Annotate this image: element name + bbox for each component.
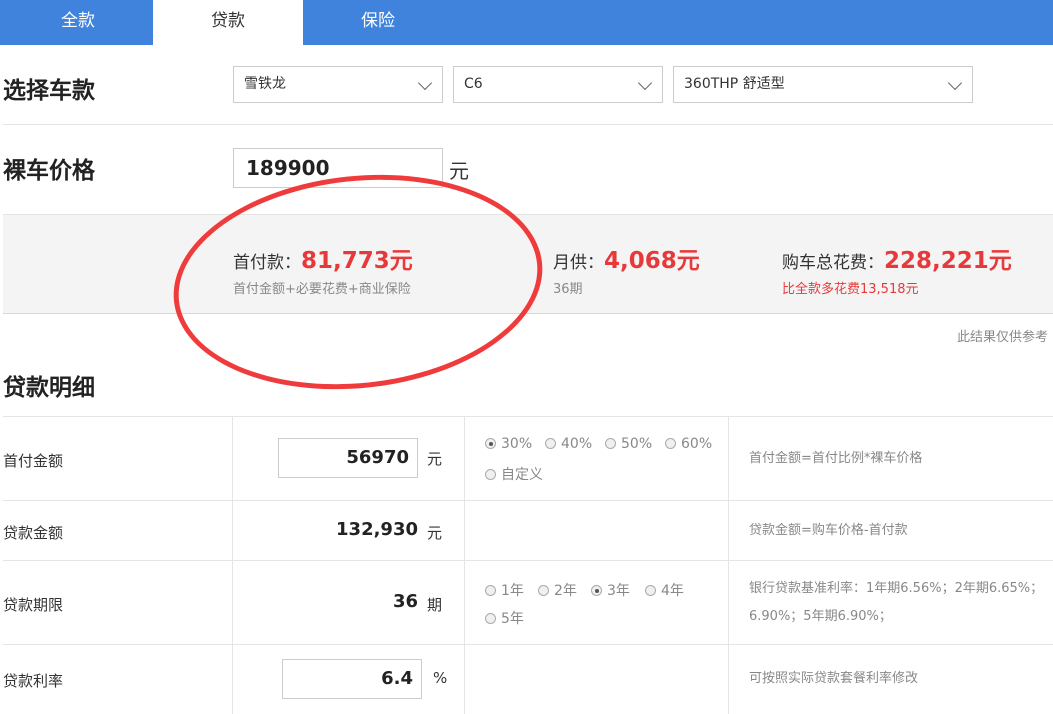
model-select-value: 360THP 舒适型 [684,76,785,92]
tab-loan[interactable]: 贷款 [153,0,303,45]
table-row: 贷款金额 132,930 元 贷款金额=购车价格-首付款 [3,500,1053,561]
price-unit: 元 [449,159,469,183]
total-sub: 比全款多花费13,518元 [782,282,919,297]
radio-icon [538,585,549,596]
monthly-value: 4,068元 [604,248,700,274]
radio-icon [605,438,616,449]
loan-term-label: 贷款期限 [3,596,64,614]
term-option-5y[interactable]: 5年 [485,608,524,628]
monthly-label: 月供： [553,253,604,273]
table-row: 首付金额 56970 元 30% 40% 50% 60% 自定义 首付金额=首付… [3,416,1053,501]
select-car-title: 选择车款 [3,78,95,104]
radio-icon [485,613,496,624]
chevron-down-icon [417,75,433,91]
down-payment-value: 81,773元 [301,248,413,274]
term-option-3y[interactable]: 3年 [591,580,630,600]
term-option-4y[interactable]: 4年 [645,580,684,600]
brand-select[interactable]: 雪铁龙 [233,66,443,103]
loan-amount-note: 贷款金额=购车价格-首付款 [749,523,908,538]
table-row: 贷款利率 6.4 % 可按照实际贷款套餐利率修改 [3,644,1053,714]
radio-icon [485,469,496,480]
chevron-down-icon [637,75,653,91]
table-row: 贷款期限 36 期 1年 2年 3年 4年 5年 银行贷款基准利率：1年期6.5… [3,560,1053,645]
total-summary: 购车总花费：228,221元 [782,241,1012,275]
series-select[interactable]: C6 [453,66,663,103]
tab-insurance[interactable]: 保险 [303,0,453,45]
tab-full-payment[interactable]: 全款 [3,0,153,45]
radio-checked-icon [485,438,496,449]
radio-icon [485,585,496,596]
loan-term-note-line2: 6.90%；5年期6.90%； [749,609,892,624]
down-payment-summary: 首付款：81,773元 [233,241,413,275]
radio-icon [545,438,556,449]
down-payment-label: 首付款： [233,253,301,273]
term-option-1y[interactable]: 1年 [485,580,524,600]
loan-detail-title: 贷款明细 [3,375,95,401]
loan-rate-input[interactable]: 6.4 [282,659,422,699]
ratio-option-50[interactable]: 50% [605,436,652,452]
down-amount-label: 首付金额 [3,452,64,470]
ratio-option-30[interactable]: 30% [485,436,532,452]
loan-rate-unit: % [433,669,448,687]
series-select-value: C6 [464,76,483,92]
down-amount-unit: 元 [427,450,443,468]
price-input[interactable]: 189900 [233,148,443,188]
radio-icon [665,438,676,449]
total-value: 228,221元 [884,248,1012,274]
loan-term-note-line1: 银行贷款基准利率：1年期6.56%；2年期6.65%； [749,581,1044,596]
radio-icon [645,585,656,596]
summary-panel: 首付款：81,773元 首付金额+必要花费+商业保险 月供：4,068元 36期… [3,214,1053,314]
total-label: 购车总花费： [782,253,884,273]
price-title: 裸车价格 [3,158,95,184]
loan-amount-value: 132,930 [336,519,418,540]
monthly-summary: 月供：4,068元 [553,241,700,275]
chevron-down-icon [947,75,963,91]
down-amount-input[interactable]: 56970 [278,438,418,478]
loan-term-note: 银行贷款基准利率：1年期6.56%；2年期6.65%； 6.90%；5年期6.9… [749,575,1043,631]
brand-select-value: 雪铁龙 [244,76,286,92]
monthly-sub: 36期 [553,282,583,297]
loan-rate-note: 可按照实际贷款套餐利率修改 [749,671,919,686]
ratio-option-40[interactable]: 40% [545,436,592,452]
loan-amount-unit: 元 [427,524,443,542]
loan-term-value: 36 [392,591,418,612]
loan-term-unit: 期 [427,596,443,614]
tab-bar: 全款 贷款 保险 [0,0,1053,45]
radio-checked-icon [591,585,602,596]
ratio-option-60[interactable]: 60% [665,436,712,452]
disclaimer: 此结果仅供参考 [956,330,1048,345]
down-amount-note: 首付金额=首付比例*裸车价格 [749,451,923,466]
ratio-option-custom[interactable]: 自定义 [485,464,543,484]
down-payment-sub: 首付金额+必要花费+商业保险 [233,282,411,297]
loan-rate-label: 贷款利率 [3,672,64,690]
divider [3,124,1053,125]
loan-amount-label: 贷款金额 [3,524,64,542]
term-option-2y[interactable]: 2年 [538,580,577,600]
model-select[interactable]: 360THP 舒适型 [673,66,973,103]
